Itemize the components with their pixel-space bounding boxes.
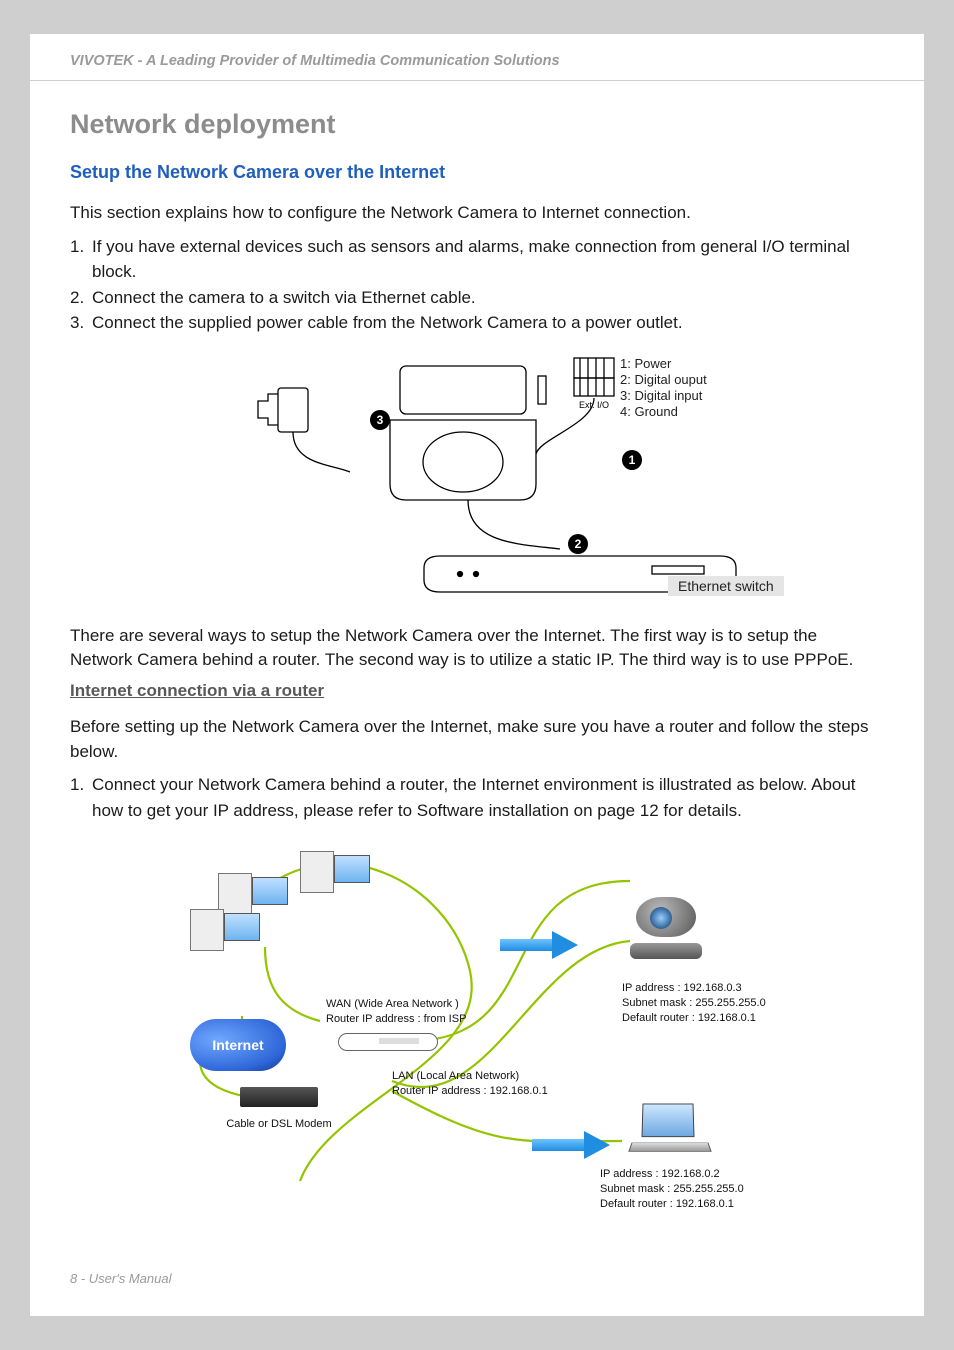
arrow-icon: [532, 1133, 612, 1157]
pin-label: 2: Digital ouput: [620, 372, 707, 388]
page-footer: 8 - User's Manual: [70, 1271, 171, 1286]
page-title: Network deployment: [70, 109, 884, 140]
router-steps: 1.Connect your Network Camera behind a r…: [70, 772, 884, 823]
section-title-router: Internet connection via a router: [70, 681, 884, 701]
mask-line: Subnet mask : 255.255.255.0: [622, 996, 766, 1011]
step-number: 2.: [70, 285, 92, 311]
callout-badge-1: 1: [622, 450, 642, 470]
laptop-ip-annotation: IP address : 192.168.0.2 Subnet mask : 2…: [600, 1167, 744, 1212]
router-icon: [338, 1033, 438, 1051]
internet-cloud-icon: Internet: [190, 1019, 286, 1071]
paragraph-before: Before setting up the Network Camera ove…: [70, 715, 884, 764]
gw-line: Default router : 192.168.0.1: [622, 1011, 766, 1026]
page-header: VIVOTEK - A Leading Provider of Multimed…: [70, 53, 560, 69]
pin-label: 4: Ground: [620, 404, 707, 420]
paragraph-ways: There are several ways to setup the Netw…: [70, 624, 884, 673]
gw-line: Default router : 192.168.0.1: [600, 1197, 744, 1212]
step-number: 1.: [70, 234, 92, 285]
step-text: Connect your Network Camera behind a rou…: [92, 772, 884, 823]
pin-label: 3: Digital input: [620, 388, 707, 404]
diagram-camera-setup: Ext. I/O 1: Power 2: Digital ouput 3: Di…: [180, 354, 900, 600]
internet-label: Internet: [212, 1037, 263, 1053]
modem-icon: [240, 1087, 318, 1107]
ext-io-label: Ext. I/O: [579, 400, 609, 410]
step-text: Connect the supplied power cable from th…: [92, 310, 884, 336]
topology-lines-icon: [70, 841, 884, 1221]
monitor-icon: [224, 913, 260, 941]
mask-line: Subnet mask : 255.255.255.0: [600, 1182, 744, 1197]
lan-annotation: LAN (Local Area Network) Router IP addre…: [392, 1069, 548, 1099]
setup-steps: 1.If you have external devices such as s…: [70, 234, 884, 336]
wan-annotation: WAN (Wide Area Network ) Router IP addre…: [326, 997, 466, 1027]
step-number: 3.: [70, 310, 92, 336]
ethernet-switch-label: Ethernet switch: [668, 576, 784, 596]
callout-badge-3: 3: [370, 410, 390, 430]
desktop-icon: [190, 909, 224, 951]
step-text: Connect the camera to a switch via Ether…: [92, 285, 884, 311]
lan-ip: Router IP address : 192.168.0.1: [392, 1084, 548, 1099]
lan-label: LAN (Local Area Network): [392, 1069, 548, 1084]
section-title-setup: Setup the Network Camera over the Intern…: [70, 162, 884, 183]
camera-ip-annotation: IP address : 192.168.0.3 Subnet mask : 2…: [622, 981, 766, 1026]
pin-label: 1: Power: [620, 356, 707, 372]
network-camera-icon: [630, 891, 702, 959]
callout-badge-2: 2: [568, 534, 588, 554]
io-pin-legend: 1: Power 2: Digital ouput 3: Digital inp…: [620, 356, 707, 421]
diagram-network-topology: Internet Cable or DSL Modem WAN (Wide Ar…: [70, 841, 884, 1221]
step-text: If you have external devices such as sen…: [92, 234, 884, 285]
intro-paragraph: This section explains how to configure t…: [70, 201, 884, 226]
monitor-icon: [334, 855, 370, 883]
laptop-icon: [630, 1103, 710, 1155]
ip-line: IP address : 192.168.0.3: [622, 981, 766, 996]
desktop-icon: [300, 851, 334, 893]
wan-label: WAN (Wide Area Network ): [326, 997, 466, 1012]
ip-line: IP address : 192.168.0.2: [600, 1167, 744, 1182]
modem-label: Cable or DSL Modem: [218, 1117, 340, 1132]
monitor-icon: [252, 877, 288, 905]
step-number: 1.: [70, 772, 92, 823]
wan-ip: Router IP address : from ISP: [326, 1012, 466, 1027]
arrow-icon: [500, 933, 580, 957]
